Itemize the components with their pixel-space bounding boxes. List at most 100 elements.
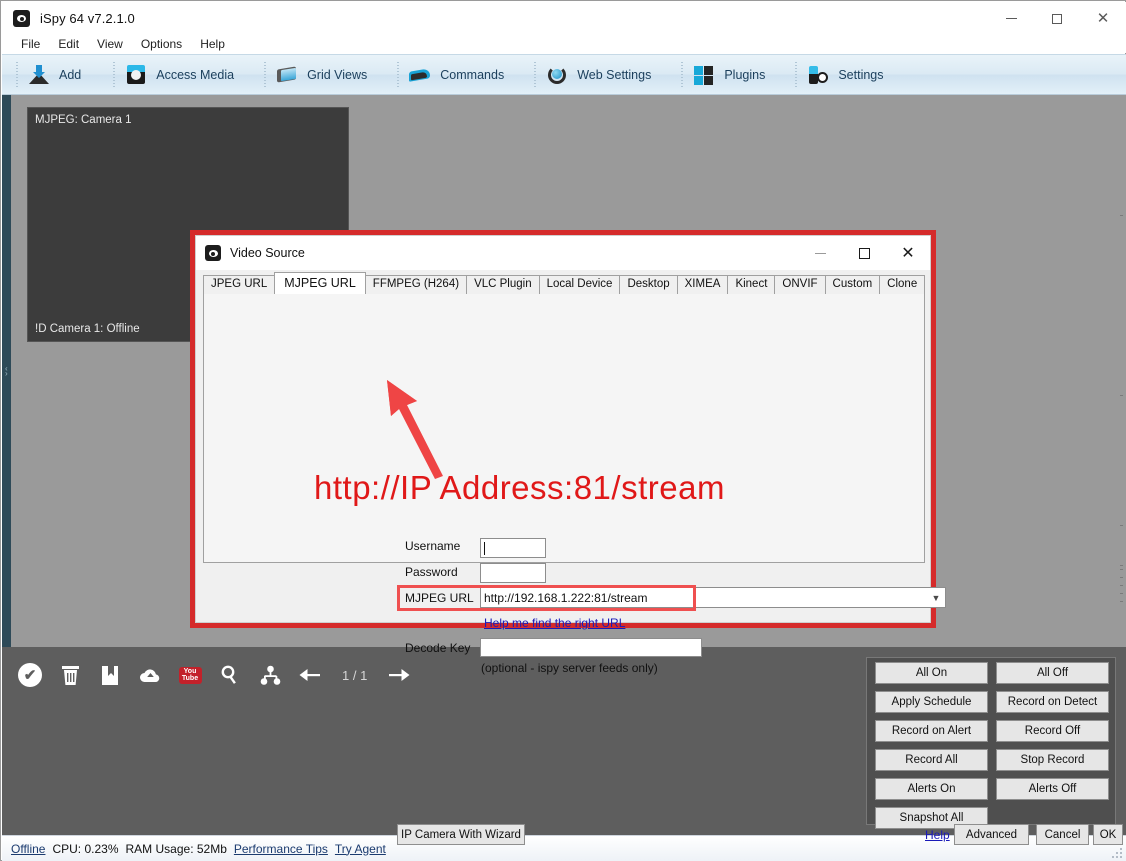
trash-icon[interactable] [58, 663, 82, 687]
check-circle-icon[interactable]: ✔ [18, 663, 42, 687]
dialog-maximize-button[interactable] [842, 236, 886, 270]
quick-button-apply-schedule[interactable]: Apply Schedule [875, 691, 988, 713]
main-window: iSpy 64 v7.2.1.0 ✕ File Edit View Option… [0, 0, 1126, 861]
quick-button-record-on-alert[interactable]: Record on Alert [875, 720, 988, 742]
toolbar-item-web-settings[interactable]: Web Settings [534, 54, 663, 95]
menu-file[interactable]: File [12, 37, 49, 51]
tab-jpeg-url[interactable]: JPEG URL [203, 275, 276, 294]
minimize-icon [1005, 18, 1017, 19]
tab-kinect[interactable]: Kinect [727, 275, 776, 294]
decode-key-hint: (optional - ispy server feeds only) [481, 661, 658, 675]
username-input[interactable] [480, 538, 546, 558]
ok-button[interactable]: OK [1093, 824, 1123, 845]
toolbar-label-settings: Settings [838, 67, 884, 82]
dialog-eye-icon [205, 245, 221, 261]
status-try-agent-link[interactable]: Try Agent [335, 842, 386, 856]
cancel-button[interactable]: Cancel [1036, 824, 1089, 845]
dialog-title-bar: Video Source ✕ [196, 236, 930, 270]
tab-local-device[interactable]: Local Device [538, 275, 621, 294]
bottom-icon-row: ✔ You Tube 1 / 1 [10, 655, 419, 695]
tab-vlc-plugin[interactable]: VLC Plugin [466, 275, 540, 294]
toolbar-label-plugins: Plugins [724, 67, 766, 82]
menu-edit[interactable]: Edit [49, 37, 88, 51]
menu-view[interactable]: View [88, 37, 132, 51]
toolbar-grip [397, 62, 400, 87]
settings-icon [807, 64, 829, 86]
toolbar-grip [534, 62, 537, 87]
close-icon: ✕ [1096, 10, 1110, 27]
status-cpu: CPU: 0.23% [52, 841, 119, 856]
tab-clone[interactable]: Clone [879, 275, 926, 294]
media-icon [125, 64, 147, 86]
dialog-help-link[interactable]: Help [925, 828, 950, 842]
minimize-button[interactable] [988, 2, 1034, 35]
quick-button-record-on-detect[interactable]: Record on Detect [996, 691, 1109, 713]
app-title: iSpy 64 v7.2.1.0 [40, 11, 135, 26]
toolbar-item-grid-views[interactable]: Grid Views [264, 54, 379, 95]
quick-button-all-off[interactable]: All Off [996, 662, 1109, 684]
youtube-badge: You Tube [178, 666, 202, 684]
menu-bar: File Edit View Options Help [2, 35, 1126, 53]
cloud-upload-icon[interactable] [138, 663, 162, 687]
bookmark-icon[interactable] [98, 663, 122, 687]
tab-custom[interactable]: Custom [824, 275, 881, 294]
status-offline-link[interactable]: Offline [11, 842, 45, 856]
share-nodes-icon[interactable] [258, 663, 282, 687]
tab-desktop[interactable]: Desktop [619, 275, 678, 294]
dialog-maximize-icon [858, 247, 870, 259]
right-panel-handle[interactable] [1117, 95, 1126, 647]
arrow-right-icon[interactable] [387, 663, 411, 687]
toolbar-item-access-media[interactable]: Access Media [113, 54, 246, 95]
menu-help[interactable]: Help [191, 37, 234, 51]
help-find-url-link[interactable]: Help me find the right URL [484, 616, 625, 630]
quick-button-stop-record[interactable]: Stop Record [996, 749, 1109, 771]
toolbar-item-commands[interactable]: Commands [397, 54, 516, 95]
arrow-left-icon[interactable] [298, 663, 322, 687]
dialog-window-controls: ✕ [798, 236, 930, 270]
quick-button-alerts-on[interactable]: Alerts On [875, 778, 988, 800]
toolbar-label-add: Add [59, 67, 82, 82]
username-row: Username [405, 539, 480, 553]
youtube-line2: Tube [181, 675, 199, 682]
video-source-dialog: Video Source ✕ JPEG URL MJPEG URL FFMPEG… [195, 235, 1123, 845]
tab-onvif[interactable]: ONVIF [774, 275, 826, 294]
dialog-close-button[interactable]: ✕ [886, 236, 930, 270]
maximize-button[interactable] [1034, 2, 1080, 35]
advanced-button[interactable]: Advanced [954, 824, 1029, 845]
status-performance-tips-link[interactable]: Performance Tips [234, 842, 328, 856]
tab-mjpeg-url[interactable]: MJPEG URL [274, 272, 366, 294]
close-button[interactable]: ✕ [1080, 2, 1126, 35]
quick-button-all-on[interactable]: All On [875, 662, 988, 684]
resize-grip-icon[interactable] [1109, 845, 1122, 858]
menu-options[interactable]: Options [132, 37, 191, 51]
tab-ximea[interactable]: XIMEA [676, 275, 729, 294]
quick-actions-panel: All On All Off Apply Schedule Record on … [866, 657, 1116, 829]
toolbar-item-plugins[interactable]: Plugins [681, 54, 777, 95]
left-handle-dots: ‹ › [5, 364, 8, 378]
search-icon[interactable] [218, 663, 242, 687]
password-label: Password [405, 565, 458, 579]
toolbar-item-settings[interactable]: Settings [795, 54, 895, 95]
toolbar-item-add[interactable]: Add [16, 54, 93, 95]
dialog-minimize-button[interactable] [798, 236, 842, 270]
toolbar-grip [795, 62, 798, 87]
decode-key-input[interactable] [480, 638, 702, 657]
left-panel-handle[interactable]: ‹ › [2, 95, 11, 647]
quick-button-record-off[interactable]: Record Off [996, 720, 1109, 742]
app-root: iSpy 64 v7.2.1.0 ✕ File Edit View Option… [0, 0, 1126, 861]
quick-button-alerts-off[interactable]: Alerts Off [996, 778, 1109, 800]
decode-key-row: Decode Key [405, 641, 480, 655]
annotation-caption: http://IP Address:81/stream [314, 469, 725, 506]
add-icon [28, 64, 50, 86]
status-ram: RAM Usage: 52Mb [125, 841, 227, 856]
ip-camera-wizard-button[interactable]: IP Camera With Wizard [397, 824, 525, 845]
toolbar-label-commands: Commands [440, 67, 505, 82]
password-row: Password [405, 565, 480, 579]
quick-button-record-all[interactable]: Record All [875, 749, 988, 771]
password-input[interactable] [480, 563, 546, 583]
youtube-icon[interactable]: You Tube [178, 663, 202, 687]
web-settings-icon [546, 64, 568, 86]
chevron-down-icon[interactable]: ▼ [927, 593, 945, 603]
text-caret [484, 542, 485, 556]
tab-ffmpeg-h264[interactable]: FFMPEG (H264) [364, 275, 468, 294]
